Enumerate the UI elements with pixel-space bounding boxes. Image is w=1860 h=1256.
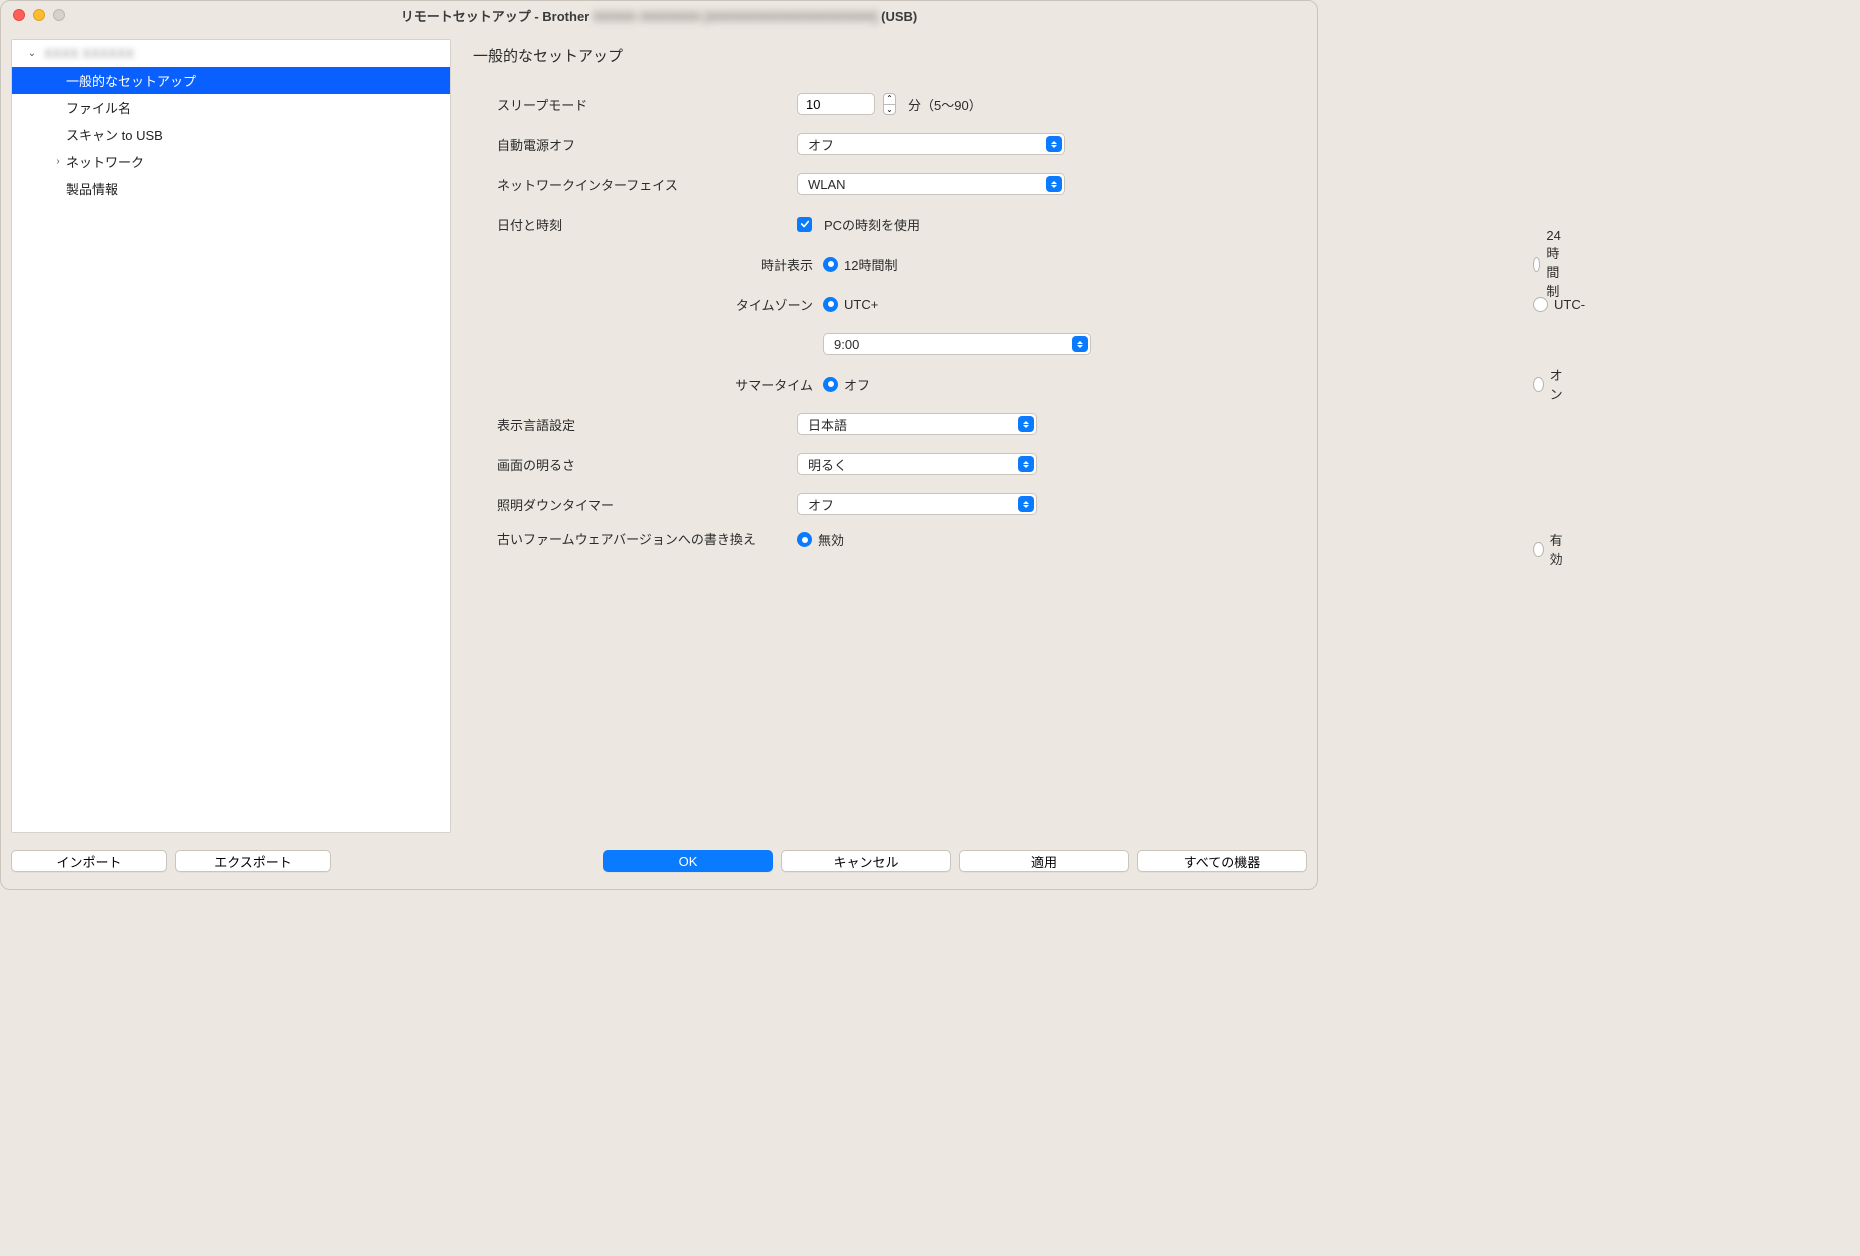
radio-checked-icon [823,257,838,272]
label-dim-timer: 照明ダウンタイマー [473,495,797,514]
stepper-down-icon[interactable]: ⌄ [883,104,896,115]
summer-time-off-radio[interactable]: オフ [823,375,870,394]
utc-plus-radio[interactable]: UTC+ [823,297,878,312]
label-network-interface: ネットワークインターフェイス [473,175,797,194]
footer: インポート エクスポート OK キャンセル 適用 すべての機器 [1,843,1317,889]
sidebar-item-general[interactable]: 一般的なセットアップ [12,67,450,94]
radio-icon [1533,297,1548,312]
sidebar-item-scan-usb[interactable]: スキャン to USB [12,121,450,148]
label-clock-display: 時計表示 [473,255,823,274]
tree-root[interactable]: ⌄ XXXX XXXXXX [12,40,450,67]
ok-button[interactable]: OK [603,850,773,872]
label-brightness: 画面の明るさ [473,455,797,474]
radio-checked-icon [797,532,812,547]
titlebar: リモートセットアップ - Brother XXXXX XXXXXXX [XXXX… [1,1,1317,29]
cancel-button[interactable]: キャンセル [781,850,951,872]
select-arrow-icon [1018,416,1034,432]
utc-minus-radio[interactable]: UTC- [1533,297,1585,312]
stepper-up-icon[interactable]: ⌃ [883,93,896,104]
chevron-right-icon[interactable]: › [52,156,64,167]
clock-12h-radio[interactable]: 12時間制 [823,255,897,274]
export-button[interactable]: エクスポート [175,850,331,872]
import-button[interactable]: インポート [11,850,167,872]
timezone-offset-select[interactable]: 9:00 [823,333,1091,355]
apply-button[interactable]: 適用 [959,850,1129,872]
sleep-unit-label: 分（5〜90） [908,95,982,114]
radio-icon [1533,377,1544,392]
chevron-down-icon[interactable]: ⌄ [26,48,38,59]
firmware-enabled-radio[interactable]: 有効 [1533,530,1567,568]
radio-checked-icon [823,297,838,312]
use-pc-time-label: PCの時刻を使用 [824,215,920,234]
sidebar-item-label: 製品情報 [66,179,118,198]
select-arrow-icon [1046,136,1062,152]
sidebar-item-label: ファイル名 [66,98,131,117]
main-panel: 一般的なセットアップ スリープモード ⌃ ⌄ 分（5〜90） 自動電源オフ オ [451,39,1307,833]
label-summer-time: サマータイム [473,375,823,394]
clock-24h-radio[interactable]: 24時間制 [1533,228,1568,300]
label-timezone: タイムゾーン [473,295,823,314]
summer-time-on-radio[interactable]: オン [1533,365,1567,403]
sidebar-item-network[interactable]: › ネットワーク [12,148,450,175]
radio-icon [1533,542,1544,557]
label-date-time: 日付と時刻 [473,215,797,234]
sidebar-item-label: ネットワーク [66,152,144,171]
firmware-disabled-radio[interactable]: 無効 [797,530,844,549]
brightness-select[interactable]: 明るく [797,453,1037,475]
select-arrow-icon [1018,456,1034,472]
redacted-model: XXXXX XXXXXXX [XXXXXXXXXXXXXXXXXXX] [593,9,878,24]
zoom-icon [53,9,65,21]
sidebar: ⌄ XXXX XXXXXX 一般的なセットアップ ファイル名 スキャン to U… [11,39,451,833]
sidebar-item-label: 一般的なセットアップ [66,71,196,90]
network-interface-select[interactable]: WLAN [797,173,1065,195]
window-title: リモートセットアップ - Brother XXXXX XXXXXXX [XXXX… [1,6,1317,25]
label-sleep-mode: スリープモード [473,95,797,114]
check-icon [800,219,810,229]
select-arrow-icon [1018,496,1034,512]
section-title: 一般的なセットアップ [473,45,1307,66]
sleep-minutes-stepper[interactable]: ⌃ ⌄ [883,93,896,115]
display-language-select[interactable]: 日本語 [797,413,1037,435]
minimize-icon[interactable] [33,9,45,21]
all-devices-button[interactable]: すべての機器 [1137,850,1307,872]
sidebar-item-filename[interactable]: ファイル名 [12,94,450,121]
label-firmware-downgrade: 古いファームウェアバージョンへの書き換え [473,530,797,551]
sleep-minutes-input[interactable] [797,93,875,115]
sidebar-item-label: スキャン to USB [66,125,163,144]
select-arrow-icon [1046,176,1062,192]
radio-icon [1533,257,1540,272]
radio-checked-icon [823,377,838,392]
window-controls [1,9,65,21]
label-display-language: 表示言語設定 [473,415,797,434]
dim-timer-select[interactable]: オフ [797,493,1037,515]
redacted-device-name: XXXX XXXXXX [44,46,134,61]
sidebar-item-product-info[interactable]: 製品情報 [12,175,450,202]
auto-power-off-select[interactable]: オフ [797,133,1065,155]
use-pc-time-checkbox[interactable] [797,217,812,232]
close-icon[interactable] [13,9,25,21]
label-auto-power-off: 自動電源オフ [473,135,797,154]
select-arrow-icon [1072,336,1088,352]
